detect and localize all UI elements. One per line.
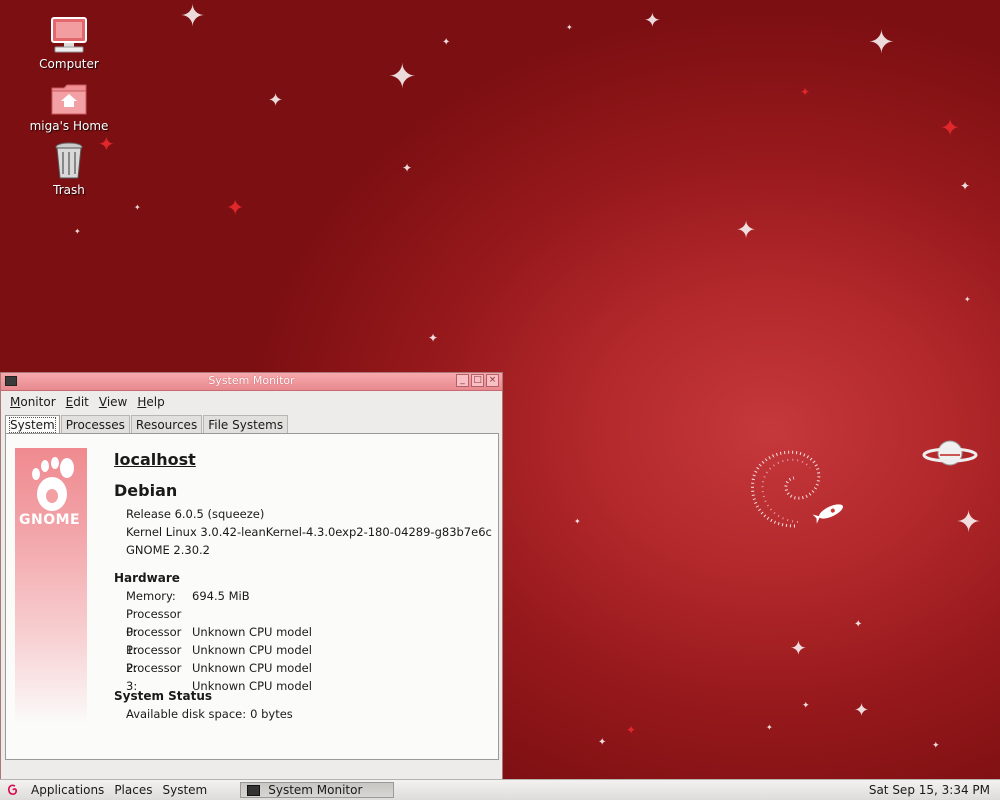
kernel-info: Kernel Linux 3.0.42-leanKernel-4.3.0exp2…	[126, 525, 492, 539]
desktop-icon-trash[interactable]: Trash	[19, 142, 119, 197]
memory-value: 694.5 MiB	[192, 589, 250, 603]
menu-view[interactable]: View	[94, 395, 132, 409]
menu-help[interactable]: Help	[132, 395, 169, 409]
processor-row: Processor 3: Unknown CPU model	[114, 659, 494, 693]
desktop-icon-label: miga's Home	[29, 119, 109, 133]
computer-icon	[51, 17, 87, 53]
taskbar-button-system-monitor[interactable]: System Monitor	[240, 782, 395, 798]
minimize-button[interactable]: _	[456, 374, 469, 387]
gnome-version: GNOME 2.30.2	[126, 543, 210, 557]
release-info: Release 6.0.5 (squeeze)	[126, 507, 265, 521]
maximize-button[interactable]: □	[471, 374, 484, 387]
tab-bar: System Processes Resources File Systems	[5, 414, 289, 436]
planet-decoration	[922, 440, 978, 466]
disk-space-value: 0 bytes	[250, 707, 293, 721]
taskbar-button-label: System Monitor	[268, 783, 363, 797]
memory-row: Memory: 694.5 MiB	[114, 587, 494, 605]
hardware-heading: Hardware	[114, 571, 180, 585]
desktop-icon-label: Computer	[39, 57, 99, 71]
menu-monitor[interactable]: Monitor	[5, 395, 61, 409]
processor-row: Processor 2: Unknown CPU model	[114, 641, 494, 675]
home-folder-icon	[51, 84, 87, 115]
window-title: System Monitor	[208, 374, 295, 387]
system-info: localhost Debian Release 6.0.5 (squeeze)…	[114, 446, 494, 723]
processor-row: Processor 1: Unknown CPU model	[114, 623, 494, 657]
trash-icon	[55, 142, 83, 179]
debian-logo-icon[interactable]	[6, 783, 20, 797]
desktop-icon-home[interactable]: miga's Home	[19, 82, 119, 133]
panel-clock[interactable]: Sat Sep 15, 3:34 PM	[869, 783, 990, 797]
tab-file-systems[interactable]: File Systems	[203, 415, 289, 435]
hostname: localhost	[114, 450, 196, 469]
desktop-icon-label: Trash	[53, 183, 85, 197]
gnome-foot-icon	[32, 457, 74, 511]
system-tab-content: GNOME localhost Debian Release 6.0.5 (sq…	[5, 433, 499, 760]
window-titlebar[interactable]: System Monitor _ □ ×	[1, 373, 502, 391]
panel-menu-system[interactable]: System	[157, 783, 212, 797]
gnome-logo-banner: GNOME	[15, 448, 87, 724]
system-monitor-window: System Monitor _ □ × Monitor Edit View H…	[0, 372, 503, 782]
disk-space-label: Available disk space:	[126, 707, 247, 721]
disk-space-row: Available disk space: 0 bytes	[114, 705, 494, 723]
close-button[interactable]: ×	[486, 374, 499, 387]
debian-swirl-decoration	[751, 450, 843, 528]
menubar: Monitor Edit View Help	[1, 391, 502, 413]
memory-label: Memory:	[126, 589, 176, 603]
gnome-logo-text: GNOME	[19, 512, 81, 528]
system-monitor-icon	[247, 784, 261, 796]
desktop-icon-computer[interactable]: Computer	[19, 16, 119, 71]
tab-processes[interactable]: Processes	[60, 415, 130, 435]
processor-row: Processor 0: Unknown CPU model	[114, 605, 494, 639]
bottom-panel: Applications Places System System Monito…	[0, 779, 1000, 800]
panel-menu-applications[interactable]: Applications	[26, 783, 109, 797]
tab-resources[interactable]: Resources	[130, 415, 203, 435]
menu-edit[interactable]: Edit	[61, 395, 94, 409]
distro-name: Debian	[114, 481, 178, 500]
panel-menu-places[interactable]: Places	[109, 783, 157, 797]
